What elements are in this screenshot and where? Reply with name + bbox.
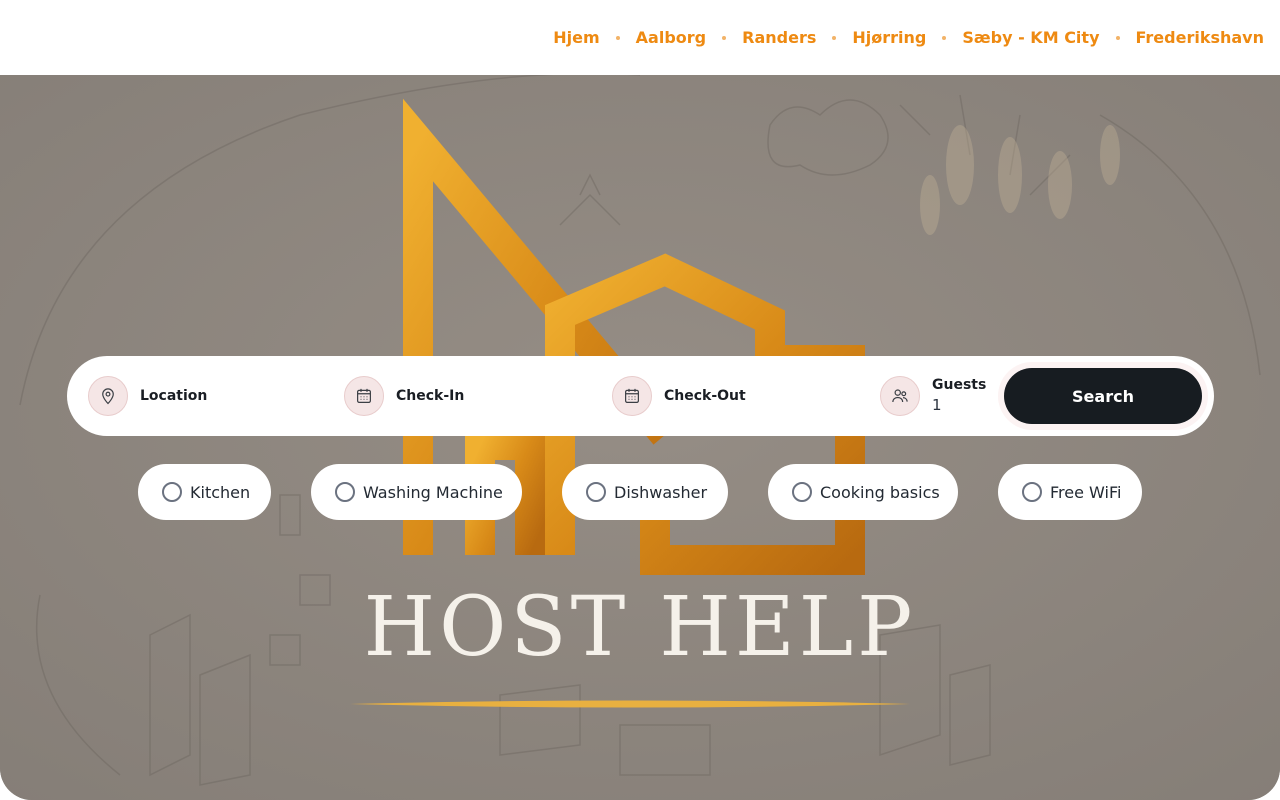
- amenity-label: Free WiFi: [1050, 482, 1122, 502]
- amenity-filter-dishwasher[interactable]: Dishwasher: [562, 464, 728, 520]
- search-button[interactable]: Search: [1004, 368, 1202, 424]
- amenity-filter-washing-machine[interactable]: Washing Machine: [311, 464, 522, 520]
- main-nav: Hjem Aalborg Randers Hjørring Sæby - KM …: [553, 0, 1264, 75]
- top-navigation-bar: Hjem Aalborg Randers Hjørring Sæby - KM …: [0, 0, 1280, 75]
- amenity-label: Dishwasher: [614, 482, 708, 502]
- host-help-logo-text: HOST HELP: [363, 580, 917, 675]
- guests-box: Guests 1: [932, 376, 986, 416]
- amenity-label: Kitchen: [190, 482, 251, 502]
- radio-button[interactable]: [162, 482, 182, 502]
- radio-button[interactable]: [335, 482, 355, 502]
- users-icon: [880, 376, 920, 416]
- nav-link-hjem[interactable]: Hjem: [553, 28, 599, 47]
- nav-link-aalborg[interactable]: Aalborg: [636, 28, 706, 47]
- check-out-field[interactable]: Check-Out: [612, 376, 746, 416]
- map-pin-icon: [88, 376, 128, 416]
- check-in-field[interactable]: Check-In: [344, 376, 464, 416]
- nav-link-frederikshavn[interactable]: Frederikshavn: [1136, 28, 1265, 47]
- amenity-filter-free-wifi[interactable]: Free WiFi: [998, 464, 1142, 520]
- location-label: Location: [140, 388, 208, 404]
- hero-sketch-background: [0, 75, 1280, 800]
- radio-button[interactable]: [586, 482, 606, 502]
- search-bar: Location Check-In Check-Out Guests 1 Sea…: [67, 356, 1214, 436]
- nav-separator: [722, 35, 727, 40]
- check-out-label: Check-Out: [664, 388, 746, 404]
- guests-count[interactable]: 1: [932, 394, 986, 416]
- radio-button[interactable]: [792, 482, 812, 502]
- nav-separator: [942, 35, 947, 40]
- nav-link-hjorring[interactable]: Hjørring: [852, 28, 926, 47]
- check-in-label: Check-In: [396, 388, 465, 404]
- amenity-label: Cooking basics: [820, 482, 940, 502]
- calendar-icon: [612, 376, 652, 416]
- nav-link-saeby-km-city[interactable]: Sæby - KM City: [962, 28, 1099, 47]
- nav-link-randers[interactable]: Randers: [742, 28, 816, 47]
- radio-button[interactable]: [1022, 482, 1042, 502]
- nav-separator: [832, 35, 837, 40]
- amenity-filter-kitchen[interactable]: Kitchen: [138, 464, 271, 520]
- calendar-icon: [344, 376, 384, 416]
- nav-separator: [615, 35, 620, 40]
- guests-label: Guests: [932, 377, 987, 393]
- amenity-label: Washing Machine: [363, 482, 503, 502]
- amenity-filter-cooking-basics[interactable]: Cooking basics: [768, 464, 958, 520]
- hero-section: HOST HELP: [0, 75, 1280, 800]
- nav-separator: [1115, 35, 1120, 40]
- guests-field[interactable]: Guests 1: [880, 376, 986, 416]
- location-field[interactable]: Location: [88, 376, 207, 416]
